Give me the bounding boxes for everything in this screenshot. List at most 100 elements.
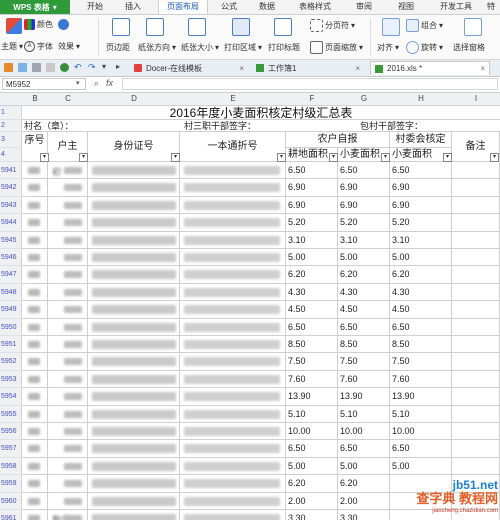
land-area-cell[interactable]: 6.20 — [286, 266, 338, 284]
seq-cell[interactable] — [22, 319, 48, 336]
remark-cell[interactable] — [452, 214, 500, 232]
passbook-cell[interactable] — [180, 336, 286, 353]
land-area-cell[interactable]: 3.30 — [286, 510, 338, 520]
undo-icon[interactable]: ↶ — [74, 62, 82, 73]
wheat-area-cell[interactable]: 6.90 — [338, 179, 390, 197]
row-header[interactable]: 5941 — [0, 162, 22, 179]
owner-cell[interactable] — [48, 319, 88, 336]
function-icon[interactable]: fx — [106, 78, 113, 88]
tab-docer[interactable]: Docer-在线模板 × — [130, 61, 248, 75]
seq-cell[interactable] — [22, 249, 48, 266]
id-card-cell[interactable] — [88, 319, 180, 336]
remark-cell[interactable] — [452, 440, 500, 458]
verified-wheat-area-cell[interactable]: 5.10 — [390, 406, 452, 423]
land-area-cell[interactable]: 8.50 — [286, 336, 338, 353]
row-header[interactable]: 5956 — [0, 423, 22, 440]
tab-2016-xls[interactable]: 2016.xls * × — [370, 61, 490, 75]
row-header[interactable]: 5958 — [0, 458, 22, 475]
id-card-cell[interactable] — [88, 440, 180, 458]
wheat-area-cell[interactable]: 5.10 — [338, 406, 390, 423]
orientation-button[interactable]: 纸张方向 ▾ — [138, 42, 176, 53]
page-break-button[interactable]: 分页符 ▾ — [310, 19, 355, 32]
row-header[interactable]: 5944 — [0, 214, 22, 232]
verified-wheat-area-cell[interactable]: 7.50 — [390, 353, 452, 371]
owner-cell[interactable] — [48, 458, 88, 475]
row-header[interactable]: 5945 — [0, 232, 22, 249]
owner-cell[interactable] — [48, 266, 88, 284]
seq-cell[interactable] — [22, 388, 48, 406]
remark-cell[interactable] — [452, 162, 500, 179]
seq-cell[interactable] — [22, 232, 48, 249]
passbook-cell[interactable] — [180, 197, 286, 214]
id-card-cell[interactable] — [88, 458, 180, 475]
effects-swatch[interactable] — [58, 19, 69, 30]
paper-size-button[interactable]: 纸张大小 ▾ — [181, 42, 219, 53]
remark-cell[interactable] — [452, 301, 500, 319]
land-area-cell[interactable]: 6.50 — [286, 440, 338, 458]
passbook-cell[interactable] — [180, 475, 286, 493]
owner-cell[interactable] — [48, 249, 88, 266]
wheat-area-cell[interactable]: 6.50 — [338, 319, 390, 336]
save-icon[interactable] — [18, 63, 27, 72]
wheat-area-cell[interactable]: 5.00 — [338, 458, 390, 475]
owner-cell[interactable] — [48, 214, 88, 232]
verified-wheat-area-cell[interactable]: 13.90 — [390, 388, 452, 406]
print-titles-button[interactable]: 打印标题 — [268, 42, 300, 53]
rotate-button[interactable]: 旋转 ▾ — [406, 41, 443, 54]
app-menu-button[interactable]: WPS 表格 ▾ — [0, 0, 70, 14]
remark-cell[interactable] — [452, 232, 500, 249]
select-all-corner[interactable] — [0, 93, 23, 106]
row-header[interactable]: 5953 — [0, 371, 22, 388]
owner-cell[interactable] — [48, 197, 88, 214]
id-card-cell[interactable] — [88, 301, 180, 319]
tab-table-style[interactable]: 表格样式 — [294, 0, 336, 14]
passbook-cell[interactable] — [180, 301, 286, 319]
seq-cell[interactable] — [22, 493, 48, 510]
passbook-cell[interactable] — [180, 266, 286, 284]
remark-cell[interactable] — [452, 319, 500, 336]
owner-cell[interactable]: 敖店 — [48, 510, 88, 520]
group-button[interactable]: 组合 ▾ — [406, 19, 443, 32]
row-header[interactable]: 5949 — [0, 301, 22, 319]
wheat-area-cell[interactable]: 13.90 — [338, 388, 390, 406]
wheat-area-cell[interactable]: 7.60 — [338, 371, 390, 388]
filter-dropdown-icon[interactable]: ▾ — [329, 153, 338, 162]
column-header-g[interactable]: G — [338, 93, 391, 106]
row-header[interactable]: 5954 — [0, 388, 22, 406]
close-icon[interactable]: × — [239, 64, 244, 73]
align-button[interactable]: 对齐 ▾ — [377, 42, 399, 53]
seq-cell[interactable] — [22, 197, 48, 214]
row-header[interactable]: 5960 — [0, 493, 22, 510]
owner-cell[interactable] — [48, 336, 88, 353]
wheat-area-cell[interactable]: 3.10 — [338, 232, 390, 249]
remark-cell[interactable] — [452, 353, 500, 371]
verified-wheat-area-cell[interactable]: 6.20 — [390, 266, 452, 284]
owner-cell[interactable] — [48, 423, 88, 440]
row-header[interactable]: 5946 — [0, 249, 22, 266]
remark-cell[interactable] — [452, 266, 500, 284]
formula-input[interactable] — [122, 78, 498, 90]
verified-wheat-area-cell[interactable]: 4.50 — [390, 301, 452, 319]
verified-wheat-area-cell[interactable]: 7.60 — [390, 371, 452, 388]
land-area-cell[interactable]: 5.00 — [286, 249, 338, 266]
owner-cell[interactable] — [48, 475, 88, 493]
row-header[interactable]: 1 — [0, 106, 22, 120]
column-header-b[interactable]: B — [22, 93, 49, 106]
selection-pane-button[interactable]: 选择窗格 — [453, 42, 485, 53]
tab-formulas[interactable]: 公式 — [214, 0, 244, 14]
passbook-cell[interactable] — [180, 179, 286, 197]
row-header[interactable]: 5952 — [0, 353, 22, 371]
customize-icon[interactable]: ▾ — [102, 62, 106, 71]
tab-developer[interactable]: 开发工具 — [434, 0, 478, 14]
tab-workbook1[interactable]: 工作簿1 × — [252, 61, 364, 75]
id-card-cell[interactable] — [88, 214, 180, 232]
owner-cell[interactable] — [48, 353, 88, 371]
remark-cell[interactable] — [452, 458, 500, 475]
filter-dropdown-icon[interactable]: ▾ — [381, 153, 390, 162]
passbook-cell[interactable] — [180, 388, 286, 406]
row-header[interactable]: 5943 — [0, 197, 22, 214]
remark-cell[interactable] — [452, 284, 500, 301]
passbook-cell[interactable] — [180, 371, 286, 388]
row-header[interactable]: 5957 — [0, 440, 22, 458]
id-card-cell[interactable] — [88, 493, 180, 510]
